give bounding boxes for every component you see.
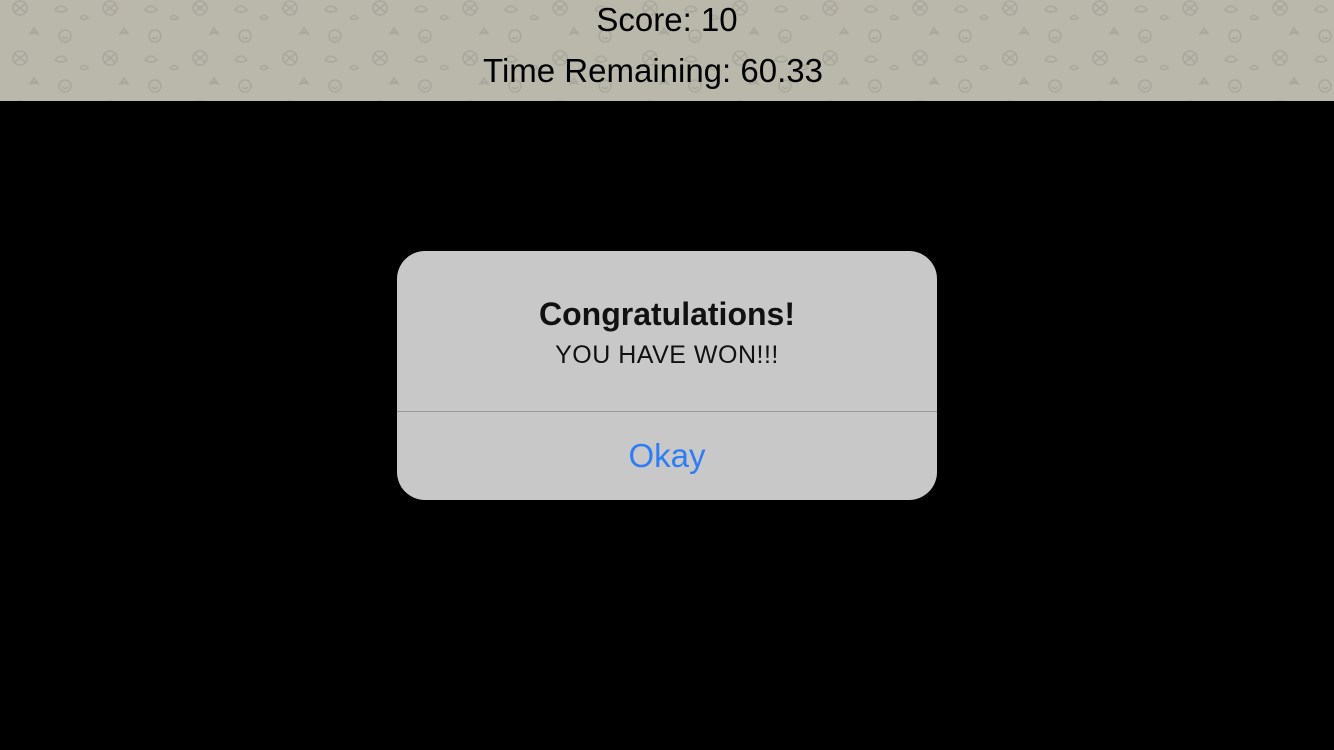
win-alert-dialog: Congratulations! YOU HAVE WON!!! Okay bbox=[397, 251, 937, 500]
okay-button[interactable]: Okay bbox=[397, 412, 937, 500]
time-remaining-label: Time Remaining: 60.33 bbox=[483, 52, 823, 89]
score-header: Score: 10 Time Remaining: 60.33 bbox=[0, 0, 1334, 101]
alert-title: Congratulations! bbox=[539, 296, 795, 332]
alert-message: YOU HAVE WON!!! bbox=[555, 341, 779, 369]
game-screen: Score: 10 Time Remaining: 60.33 Congratu… bbox=[0, 0, 1334, 750]
score-label: Score: 10 bbox=[596, 1, 738, 38]
